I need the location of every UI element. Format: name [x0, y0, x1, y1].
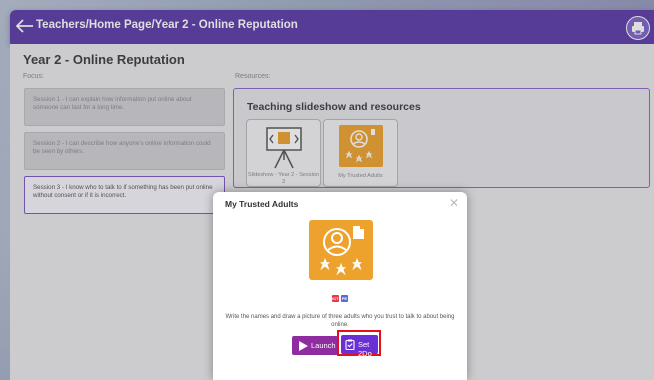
launch-label: Launch	[311, 341, 336, 350]
subject-badge-ict: ICT	[332, 295, 339, 302]
modal-resource-image	[309, 220, 373, 280]
subject-badges: ICT PE	[213, 295, 467, 302]
clipboard-check-icon	[345, 339, 355, 350]
modal-title: My Trusted Adults	[225, 199, 299, 209]
close-icon[interactable]: ✕	[449, 196, 459, 210]
set2do-button[interactable]: Set 2Do	[341, 335, 378, 358]
modal-description: Write the names and draw a picture of th…	[225, 314, 455, 328]
subject-badge-pe: PE	[341, 295, 348, 302]
trusted-adults-icon	[319, 226, 364, 276]
set2do-label: Set 2Do	[358, 340, 372, 358]
launch-button[interactable]: Launch	[292, 336, 338, 355]
resource-modal: My Trusted Adults ✕ ICT PE Write the nam…	[213, 192, 467, 380]
play-icon	[299, 341, 308, 351]
